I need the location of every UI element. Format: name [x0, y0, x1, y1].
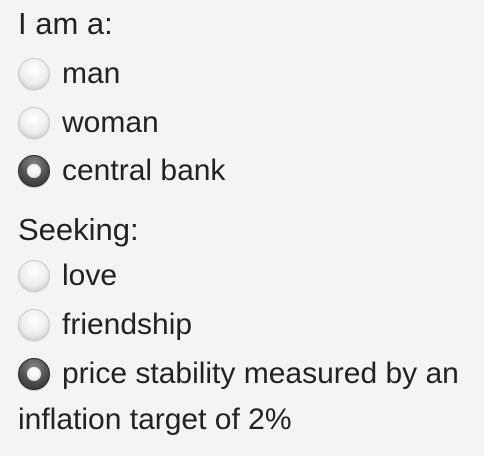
option-label: central bank: [62, 154, 226, 187]
radio-dot-icon: [27, 164, 41, 178]
option-label: friendship: [62, 308, 193, 341]
radio-dot-icon: [27, 367, 41, 381]
option-label-continuation: inflation target of 2%: [18, 403, 292, 436]
seeking-heading: Seeking:: [18, 212, 139, 247]
radio-option-central-bank[interactable]: central bank: [18, 153, 225, 189]
radio-button-unchecked[interactable]: [18, 107, 50, 139]
radio-button-unchecked[interactable]: [18, 260, 50, 292]
i-am-heading: I am a:: [18, 6, 113, 41]
radio-button-unchecked[interactable]: [18, 58, 50, 90]
option-label: love: [62, 259, 118, 292]
radio-option-friendship[interactable]: friendship: [18, 307, 192, 343]
option-label: man: [62, 57, 121, 90]
radio-option-price-stability[interactable]: price stability measured by an: [18, 356, 459, 392]
radio-option-woman[interactable]: woman: [18, 105, 159, 141]
radio-button-unchecked[interactable]: [18, 309, 50, 341]
radio-button-checked[interactable]: [18, 155, 50, 187]
radio-button-checked[interactable]: [18, 358, 50, 390]
radio-option-love[interactable]: love: [18, 258, 117, 294]
option-label: woman: [62, 106, 159, 139]
option-label: price stability measured by an: [62, 357, 459, 390]
radio-option-man[interactable]: man: [18, 56, 120, 92]
